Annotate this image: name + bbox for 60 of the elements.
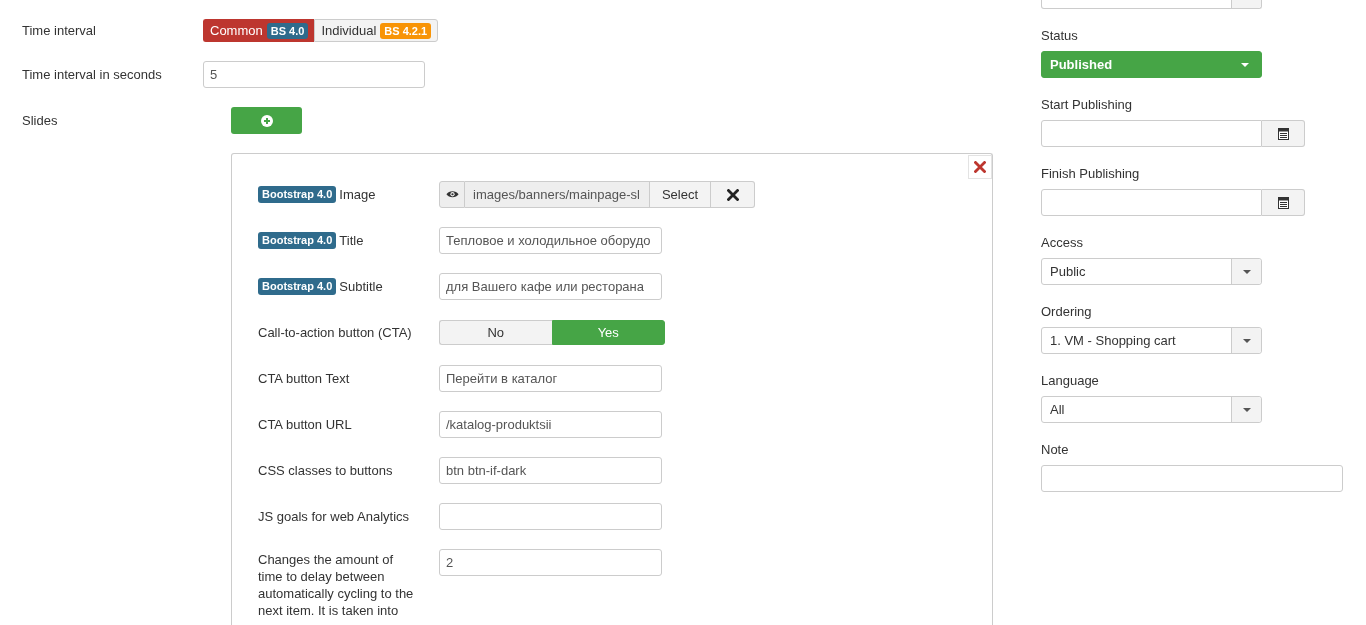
note-input[interactable] bbox=[1041, 465, 1343, 492]
dropdown-select[interactable] bbox=[1041, 0, 1262, 9]
dropdown-select[interactable]: All bbox=[1041, 396, 1262, 423]
caret-icon bbox=[1241, 62, 1249, 67]
field-label: Subtitle bbox=[339, 279, 383, 294]
field-label: Language bbox=[1041, 372, 1099, 390]
version-badge: BS 4.0 bbox=[266, 22, 309, 39]
field-label: Time interval in seconds bbox=[22, 67, 162, 82]
date-input[interactable] bbox=[1041, 120, 1262, 147]
text-input[interactable]: для Вашего кафе или ресторана bbox=[439, 273, 662, 300]
dropdown-select[interactable]: 1. VM - Shopping cart bbox=[1041, 327, 1262, 354]
field-label: Finish Publishing bbox=[1041, 165, 1140, 183]
plus-circle-icon bbox=[260, 114, 273, 127]
text-input[interactable]: /katalog-produktsii bbox=[439, 411, 662, 438]
field-label: Image bbox=[339, 187, 376, 202]
preview-button[interactable] bbox=[439, 181, 465, 208]
calendar-icon bbox=[1277, 127, 1289, 140]
version-badge: BS 4.2.1 bbox=[380, 22, 432, 39]
field-label: Call-to-action button (CTA) bbox=[258, 325, 412, 340]
image-path-field[interactable]: images/banners/mainpage-sl bbox=[465, 181, 650, 208]
field-label: Ordering bbox=[1041, 303, 1092, 321]
dropdown-select[interactable]: Public bbox=[1041, 258, 1262, 285]
caret-icon bbox=[1231, 259, 1261, 284]
field-label: Note bbox=[1041, 441, 1069, 459]
caret-icon bbox=[1231, 397, 1261, 422]
text-input[interactable]: 2 bbox=[439, 549, 662, 576]
text-input[interactable]: Перейти в каталог bbox=[439, 365, 662, 392]
clear-button[interactable] bbox=[711, 181, 755, 208]
field-label: CSS classes to buttons bbox=[258, 463, 393, 478]
remove-slide-button[interactable] bbox=[968, 155, 992, 179]
field-label: Time interval bbox=[22, 23, 96, 38]
version-badge: Bootstrap 4.0 bbox=[258, 232, 337, 249]
option-button[interactable]: No bbox=[439, 320, 552, 345]
version-badge: Bootstrap 4.0 bbox=[258, 278, 337, 295]
field-label: Title bbox=[339, 233, 364, 248]
calendar-button[interactable] bbox=[1262, 120, 1305, 147]
field-label: Status bbox=[1041, 27, 1078, 45]
text-input[interactable]: btn btn-if-dark bbox=[439, 457, 662, 484]
field-label: CTA button URL bbox=[258, 417, 352, 432]
field-label: Slides bbox=[22, 113, 58, 128]
field-label: JS goals for web Analytics bbox=[258, 509, 410, 524]
select-button[interactable]: Select bbox=[650, 181, 711, 208]
field-label: Access bbox=[1041, 234, 1083, 252]
option-button[interactable]: Common BS 4.0 bbox=[203, 19, 315, 42]
version-badge: Bootstrap 4.0 bbox=[258, 186, 337, 203]
close-icon bbox=[974, 161, 986, 173]
option-button[interactable]: Individual BS 4.2.1 bbox=[314, 19, 439, 42]
calendar-icon bbox=[1277, 196, 1289, 209]
field-label: Start Publishing bbox=[1041, 96, 1133, 114]
text-input[interactable] bbox=[439, 503, 662, 530]
field-label: CTA button Text bbox=[258, 371, 350, 386]
text-input[interactable]: Тепловое и холодильное оборудо bbox=[439, 227, 662, 254]
close-icon bbox=[726, 188, 739, 201]
calendar-button[interactable] bbox=[1262, 189, 1305, 216]
date-input[interactable] bbox=[1041, 189, 1262, 216]
text-input[interactable]: 5 bbox=[203, 61, 425, 88]
caret-icon bbox=[1231, 328, 1261, 353]
field-label: Changes the amount of time to delay between automatically cycling to the next item. It is taken into bbox=[258, 551, 415, 619]
add-slide-button[interactable] bbox=[231, 107, 302, 134]
eye-icon bbox=[445, 190, 459, 199]
